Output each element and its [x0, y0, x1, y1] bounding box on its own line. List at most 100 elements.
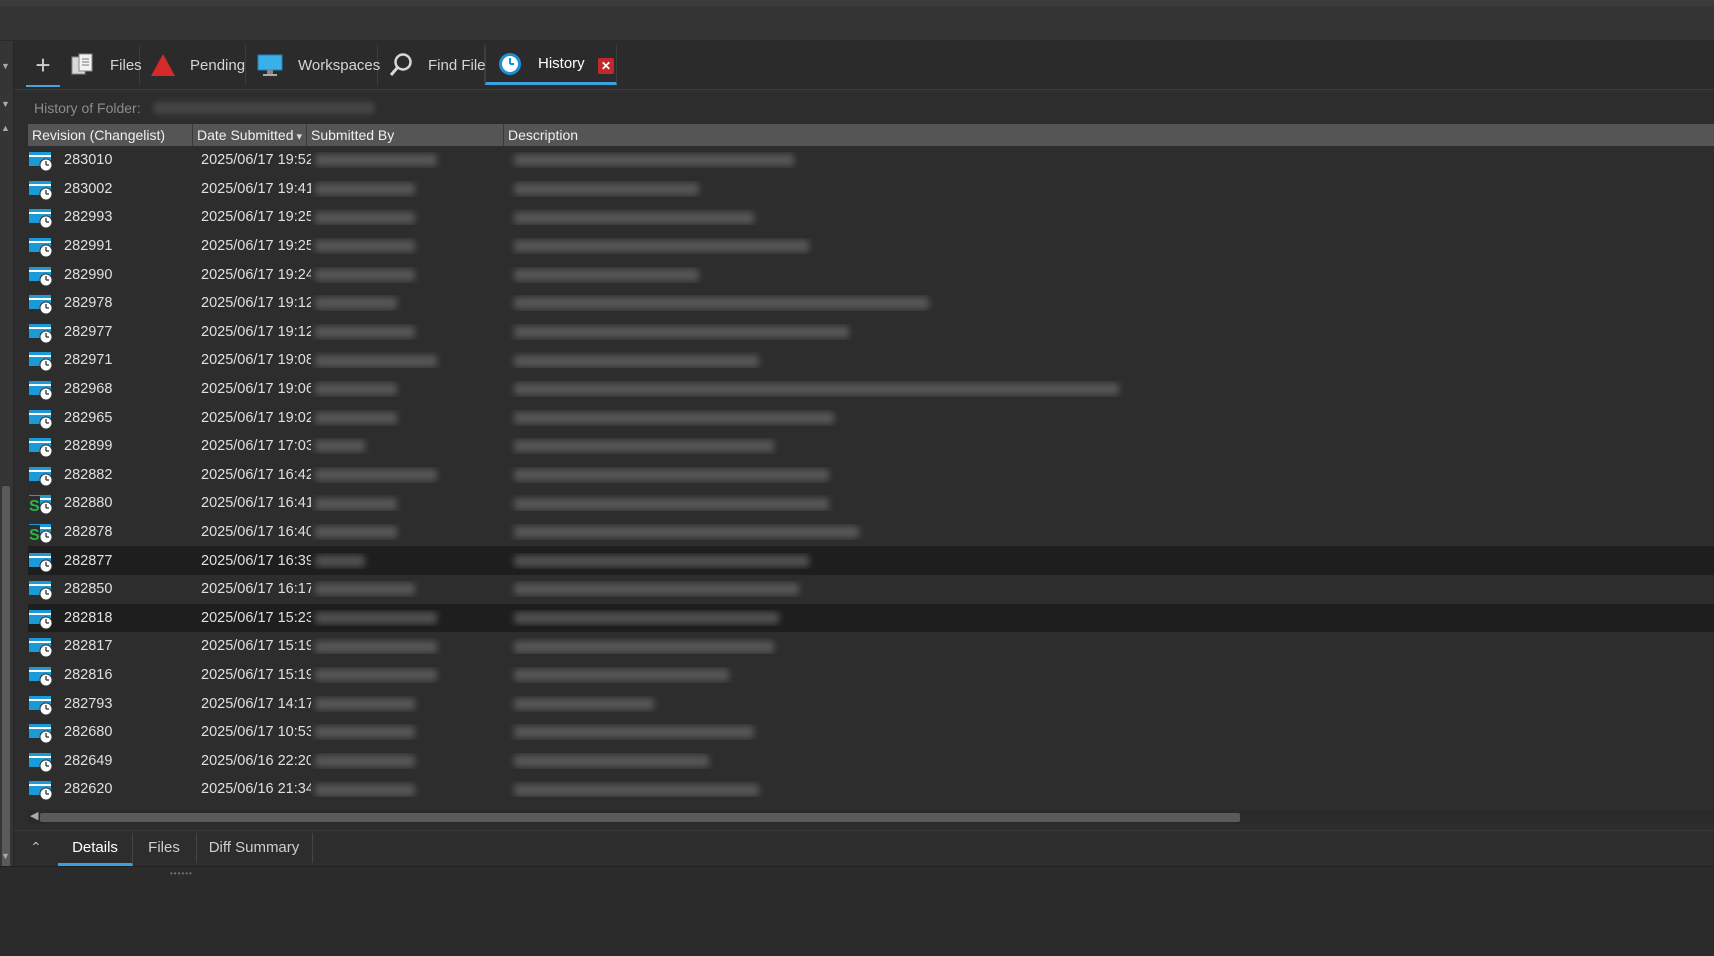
add-tab-button[interactable]: + — [26, 47, 60, 87]
redacted-user — [315, 326, 415, 339]
date-cell: 2025/06/17 19:08 — [201, 352, 311, 369]
tab-diff-summary[interactable]: Diff Summary — [196, 833, 313, 863]
detail-tab-bar: ⌃ Details Files Diff Summary — [14, 830, 1714, 867]
clock-icon — [496, 50, 524, 78]
table-row[interactable]: 282649 2025/06/16 22:20 — [28, 746, 1714, 775]
revision-cell: S 282880 — [28, 491, 197, 515]
chevron-down-icon[interactable]: ▼ — [1, 99, 10, 109]
chevron-down-icon[interactable]: ▼ — [1, 61, 10, 71]
table-row[interactable]: 282793 2025/06/17 14:17 — [28, 689, 1714, 718]
redacted-description — [514, 354, 759, 367]
description-cell — [508, 267, 1714, 283]
date-cell: 2025/06/17 17:03 — [201, 438, 311, 455]
vertical-scrollbar-thumb[interactable] — [2, 486, 10, 901]
table-row[interactable]: 282978 2025/06/17 19:12 — [28, 289, 1714, 318]
description-cell — [508, 724, 1714, 740]
revision-cell: 282882 — [28, 463, 197, 487]
revision-number: 282620 — [64, 781, 113, 798]
horizontal-scrollbar[interactable]: ◀ — [28, 810, 1714, 824]
changelist-icon — [28, 663, 54, 687]
revision-cell: 282793 — [28, 692, 197, 716]
submitted-by-cell — [311, 610, 508, 626]
table-row[interactable]: 282968 2025/06/17 19:06 — [28, 375, 1714, 404]
tab-files[interactable]: Files — [60, 45, 142, 85]
table-row[interactable]: 282818 2025/06/17 15:23 — [28, 603, 1714, 633]
table-row[interactable]: 282899 2025/06/17 17:03 — [28, 432, 1714, 461]
tab-files-detail[interactable]: Files — [132, 833, 197, 863]
table-row[interactable]: 282877 2025/06/17 16:39 — [28, 546, 1714, 575]
column-header-submitted-by[interactable]: Submitted By — [307, 124, 504, 146]
revision-cell: 282978 — [28, 291, 197, 315]
redacted-user — [315, 297, 397, 310]
left-collapse-gutter[interactable]: ▼ ▼ ▲ ▼ — [0, 41, 14, 955]
description-cell — [508, 581, 1714, 597]
table-row[interactable]: 282993 2025/06/17 19:25 — [28, 203, 1714, 232]
changelist-icon — [28, 634, 54, 658]
redacted-user — [315, 526, 397, 539]
revision-number: 282880 — [64, 495, 113, 512]
close-tab-icon[interactable]: ✕ — [598, 58, 614, 74]
revision-cell: 282993 — [28, 205, 197, 229]
table-row[interactable]: 282971 2025/06/17 19:08 — [28, 346, 1714, 375]
history-folder-label: History of Folder: — [34, 100, 141, 116]
table-row[interactable]: S 282880 2025/06/17 16:41 — [28, 489, 1714, 518]
tab-history[interactable]: History ✕ — [485, 45, 617, 85]
date-cell: 2025/06/17 19:06 — [201, 381, 311, 398]
changelist-icon — [28, 177, 54, 201]
description-cell — [508, 410, 1714, 426]
description-cell — [508, 324, 1714, 340]
table-row[interactable]: S 282878 2025/06/17 16:40 — [28, 518, 1714, 547]
scroll-left-icon[interactable]: ◀ — [30, 809, 38, 822]
table-row[interactable]: 282680 2025/06/17 10:53 — [28, 718, 1714, 747]
redacted-description — [514, 497, 829, 510]
column-header-description[interactable]: Description — [504, 124, 1714, 146]
tab-workspaces[interactable]: Workspaces — [246, 45, 380, 85]
submitted-by-cell — [311, 352, 508, 368]
date-cell: 2025/06/16 22:20 — [201, 752, 311, 769]
table-row[interactable]: 282817 2025/06/17 15:19 — [28, 632, 1714, 661]
changelist-icon — [28, 234, 54, 258]
column-header-revision[interactable]: Revision (Changelist) — [28, 124, 193, 146]
table-row[interactable]: 282991 2025/06/17 19:25 — [28, 232, 1714, 261]
redacted-user — [315, 583, 415, 596]
table-row[interactable]: 282620 2025/06/16 21:34 — [28, 775, 1714, 804]
redacted-description — [514, 268, 699, 281]
revision-cell: 282850 — [28, 577, 197, 601]
revision-number: 282899 — [64, 438, 113, 455]
scroll-up-icon[interactable]: ▲ — [1, 123, 10, 133]
date-cell: 2025/06/17 15:19 — [201, 638, 311, 655]
resize-grip[interactable]: •••••• — [170, 869, 193, 878]
scroll-down-icon[interactable]: ▼ — [1, 851, 10, 861]
submitted-by-cell — [311, 781, 508, 797]
revision-cell: 283002 — [28, 177, 197, 201]
description-cell — [508, 209, 1714, 225]
column-header-date[interactable]: Date Submitted — [193, 124, 307, 146]
table-row[interactable]: 282850 2025/06/17 16:17 — [28, 575, 1714, 604]
revision-number: 282991 — [64, 238, 113, 255]
tab-find-file[interactable]: Find File — [378, 45, 486, 85]
table-row[interactable]: 282977 2025/06/17 19:12 — [28, 318, 1714, 347]
tab-details[interactable]: Details — [58, 833, 133, 866]
collapse-panel-icon[interactable]: ⌃ — [30, 839, 42, 856]
submitted-by-cell — [311, 381, 508, 397]
redacted-description — [514, 297, 929, 310]
revision-cell: 282649 — [28, 749, 197, 773]
table-row[interactable]: 283002 2025/06/17 19:41 — [28, 175, 1714, 204]
table-row[interactable]: 283010 2025/06/17 19:52 — [28, 146, 1714, 175]
revision-number: 283002 — [64, 180, 113, 197]
submitted-by-cell — [311, 295, 508, 311]
revision-number: 282680 — [64, 724, 113, 741]
redacted-user — [315, 268, 415, 281]
tab-pending[interactable]: Pending — [140, 45, 246, 85]
description-cell — [508, 667, 1714, 683]
redacted-user — [315, 183, 415, 196]
table-row[interactable]: 282882 2025/06/17 16:42 — [28, 461, 1714, 490]
description-cell — [508, 181, 1714, 197]
table-row[interactable]: 282990 2025/06/17 19:24 — [28, 260, 1714, 289]
tab-label: Find File — [428, 56, 486, 74]
description-cell — [508, 781, 1714, 797]
description-cell — [508, 696, 1714, 712]
table-row[interactable]: 282965 2025/06/17 19:02 — [28, 403, 1714, 432]
horizontal-scrollbar-thumb[interactable] — [40, 813, 1240, 822]
table-row[interactable]: 282816 2025/06/17 15:19 — [28, 661, 1714, 690]
